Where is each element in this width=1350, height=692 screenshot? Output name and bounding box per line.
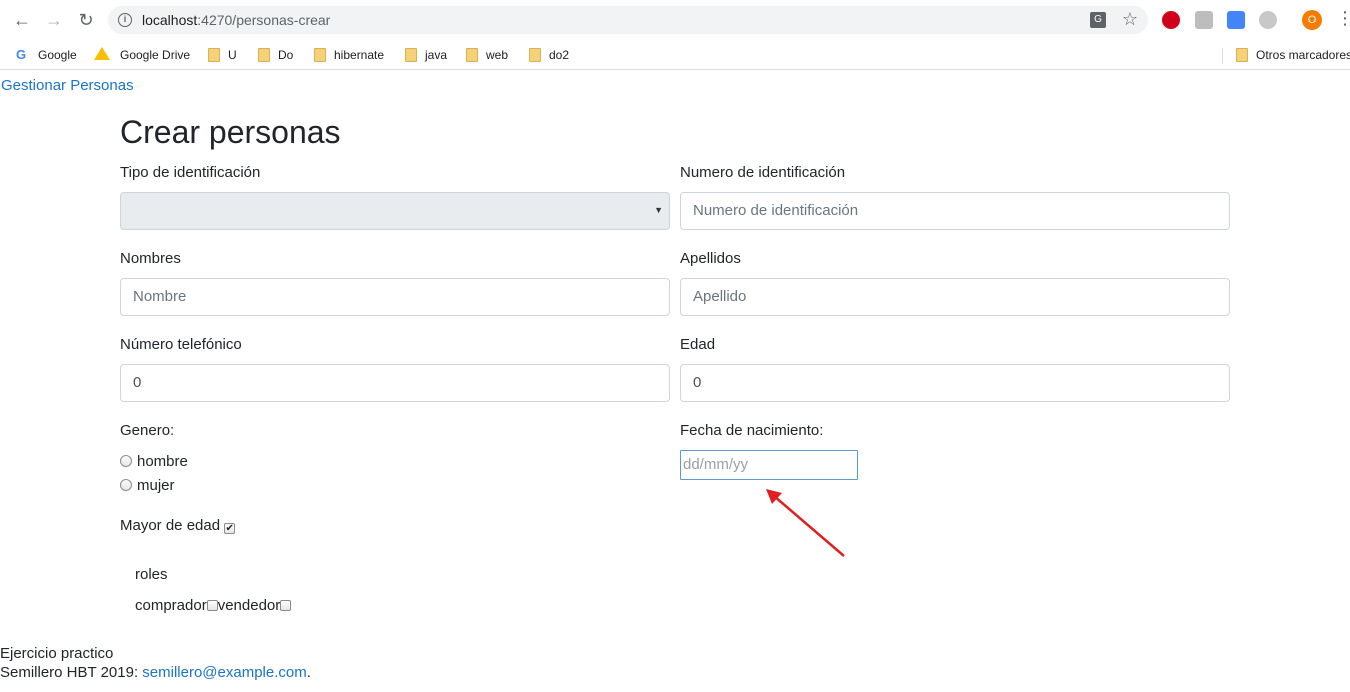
browser-toolbar: ← → ↻ i localhost:4270/personas-crear G … [0,0,1350,40]
url-text[interactable]: localhost:4270/personas-crear [142,12,330,28]
address-bar[interactable]: i localhost:4270/personas-crear G ☆ [108,6,1148,34]
genero-label: Genero: [120,422,175,439]
folder-icon [258,48,270,62]
numero-identificacion-input[interactable]: Numero de identificación [680,192,1230,230]
bookmark-star-icon[interactable]: ☆ [1122,9,1138,30]
info-icon[interactable]: i [118,13,132,27]
apellidos-input[interactable]: Apellido [680,278,1230,316]
bookmark-label: Google [38,48,77,62]
bookmark-folder-hibernate[interactable]: hibernate [314,46,384,64]
bookmark-folder-do2[interactable]: do2 [529,46,569,64]
bookmark-label: hibernate [334,48,385,62]
telefono-label: Número telefónico [120,336,242,353]
translate-icon[interactable]: G [1090,12,1106,28]
genero-option-mujer[interactable]: mujer [120,476,175,496]
folder-icon [529,48,541,62]
tipo-identificacion-select[interactable]: ▼ [120,192,670,230]
radio-hombre[interactable] [120,455,132,467]
bookmark-folder-do[interactable]: Do [258,46,293,64]
apellidos-label: Apellidos [680,250,741,267]
bookmarks-bar: G Google Google Drive U Do hibernate java… [0,40,1350,70]
url-path: :4270/personas-crear [197,12,331,28]
radio-label: hombre [137,453,188,470]
google-icon: G [16,47,27,62]
google-translate-extension-icon[interactable] [1227,11,1245,29]
mayor-de-edad-row: Mayor de edad ✔ [120,516,236,536]
fecha-nacimiento-label: Fecha de nacimiento: [680,422,824,439]
folder-icon [466,48,478,62]
edad-input[interactable]: 0 [680,364,1230,402]
bookmark-label: Google Drive [120,48,191,62]
bookmark-label: Do [278,48,294,62]
role-comprador-label: comprador [135,597,207,614]
bookmark-folder-java[interactable]: java [405,46,447,64]
bookmark-label: U [228,48,237,62]
bookmark-label: do2 [549,48,570,62]
edad-label: Edad [680,336,716,353]
forward-arrow-icon[interactable]: → [44,10,64,30]
tipo-identificacion-label: Tipo de identificación [120,164,261,181]
footer: Ejercicio practico Semillero HBT 2019: s… [0,644,311,682]
bookmark-google-drive[interactable]: Google Drive [94,46,190,64]
roles-options: comprador vendedor [135,596,292,616]
back-arrow-icon[interactable]: ← [12,10,32,30]
role-comprador-checkbox[interactable] [206,600,218,611]
bookmark-label: web [486,48,509,62]
footer-suffix: . [306,664,311,681]
chevron-down-icon: ▼ [654,205,663,215]
folder-icon [208,48,220,62]
radio-mujer[interactable] [120,479,132,491]
page-title: Crear personas [120,114,341,150]
shield-extension-icon[interactable] [1195,11,1213,29]
adblock-extension-icon[interactable] [1162,11,1180,29]
bookmark-folder-web[interactable]: web [466,46,508,64]
genero-option-hombre[interactable]: hombre [120,452,188,472]
annotation-arrow-icon [766,489,845,557]
nombres-label: Nombres [120,250,181,267]
extension-icon[interactable] [1259,11,1277,29]
role-vendedor-checkbox[interactable] [280,600,292,611]
footer-title: Ejercicio practico [0,645,114,662]
profile-avatar[interactable]: O [1302,10,1322,30]
browser-menu-icon[interactable]: ⋮ [1336,8,1350,28]
telefono-input[interactable]: 0 [120,364,670,402]
radio-label: mujer [137,477,175,494]
bookmark-folder-u[interactable]: U [208,46,237,64]
bookmarks-divider [1222,48,1223,64]
footer-prefix: Semillero HBT 2019: [0,664,143,681]
folder-icon [314,48,326,62]
mayor-de-edad-checkbox[interactable]: ✔ [224,523,236,534]
fecha-nacimiento-input[interactable]: dd/mm/yy [680,450,858,480]
mayor-de-edad-label: Mayor de edad [120,517,221,534]
footer-contact: Semillero HBT 2019: semillero@example.co… [0,663,311,682]
bookmark-label: java [425,48,448,62]
folder-icon [405,48,417,62]
role-vendedor-label: vendedor [217,597,281,614]
reload-icon[interactable]: ↻ [76,10,96,30]
bookmark-other-folder[interactable]: Otros marcadores [1236,46,1350,64]
numero-identificacion-label: Numero de identificación [680,164,846,181]
folder-icon [1236,48,1248,62]
url-host: localhost [142,12,198,28]
bookmark-label: Otros marcadores [1256,48,1350,62]
bookmark-google[interactable]: G Google [16,46,77,64]
roles-label: roles [135,566,168,583]
footer-email-link[interactable]: semillero@example.com [142,664,306,681]
navbar-brand-link[interactable]: Gestionar Personas [1,77,134,94]
nombres-input[interactable]: Nombre [120,278,670,316]
google-drive-icon [94,47,110,60]
